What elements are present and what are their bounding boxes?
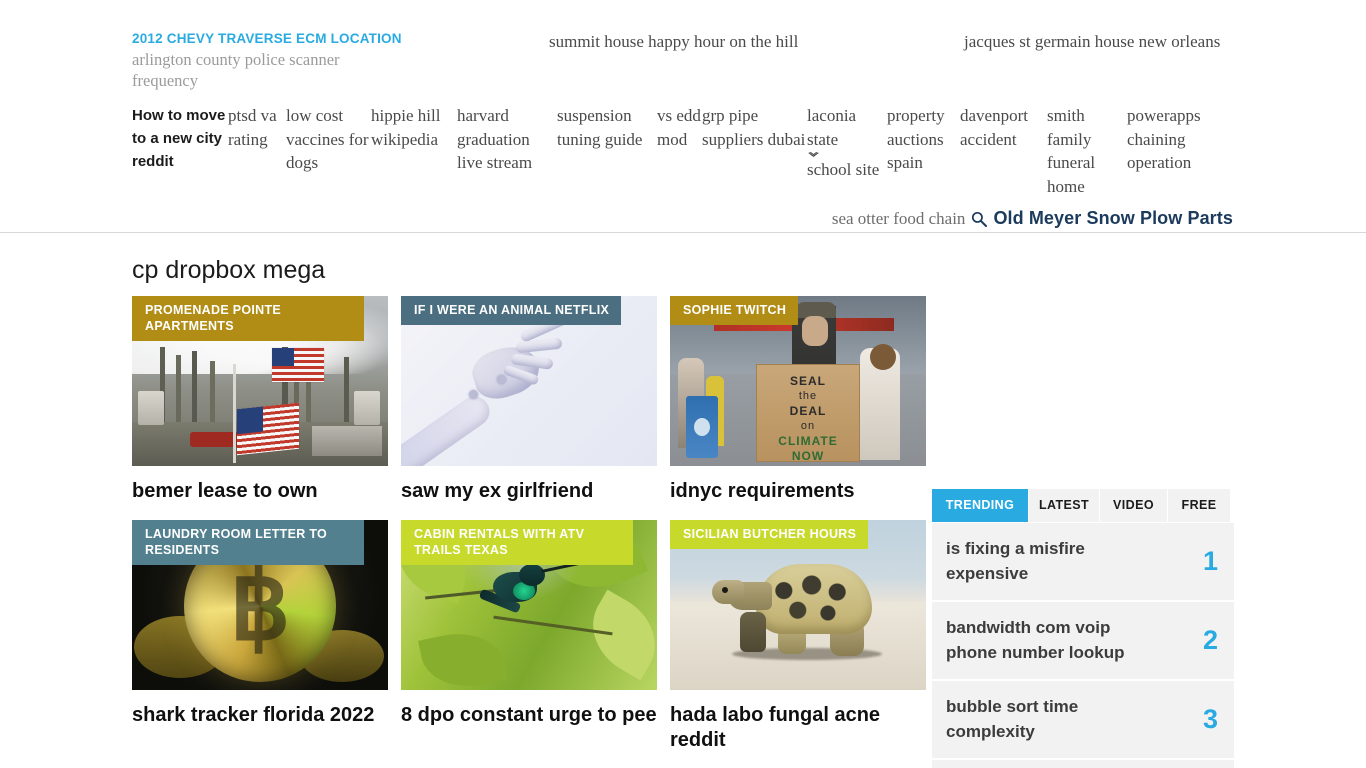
card-thumbnail[interactable]: If I Were An Animal Netflix	[401, 296, 657, 466]
sign-line-3: DEAL	[789, 404, 827, 418]
trending-rank: 2	[1202, 624, 1218, 655]
card-title[interactable]: idnyc requirements	[670, 479, 926, 504]
nav-item-how-to-move[interactable]: How to move to a new city reddit	[132, 104, 228, 173]
list-item[interactable]: anakin and padme phantom menace fanficti…	[932, 760, 1234, 768]
nav-item-suspension-tuning[interactable]: suspension tuning guide	[557, 104, 657, 151]
chevron-down-icon	[808, 152, 819, 158]
card-hada-labo-fungal-acne[interactable]: Sicilian Butcher Hours hada labo fungal …	[670, 520, 926, 753]
nav-item-laconia-state-school[interactable]: laconia state school site	[807, 104, 887, 182]
nav-item-laconia-line1: laconia state	[807, 106, 857, 149]
primary-nav: How to move to a new city reddit ptsd va…	[132, 104, 1242, 198]
card-bemer-lease-to-own[interactable]: Promenade Pointe Apartments bemer lease …	[132, 296, 388, 504]
sign-line-4: on	[800, 420, 816, 432]
card-badge: Laundry Room Letter To Residents	[132, 520, 364, 565]
page-title: cp dropbox mega	[132, 256, 326, 284]
card-badge: Sophie Twitch	[670, 296, 799, 325]
nav-item-hippie-hill[interactable]: hippie hill wikipedia	[371, 104, 457, 151]
card-badge: Sicilian Butcher Hours	[670, 520, 869, 549]
card-thumbnail[interactable]: Laundry Room Letter To Residents	[132, 520, 388, 690]
card-title[interactable]: hada labo fungal acne reddit	[670, 703, 926, 753]
header-link-2[interactable]: jacques st germain house new orleans	[964, 31, 1220, 53]
nav-item-vs-edd-mod[interactable]: vs edd mod	[657, 104, 702, 151]
search-input[interactable]: Old Meyer Snow Plow Parts	[993, 208, 1233, 229]
nav-item-ptsd-va-rating[interactable]: ptsd va rating	[228, 104, 286, 151]
list-item[interactable]: bubble sort time complexity 3	[932, 681, 1234, 758]
nav-item-harvard-graduation[interactable]: harvard graduation live stream	[457, 104, 557, 175]
site-title[interactable]: 2012 chevy traverse ecm location	[132, 30, 432, 48]
card-badge: If I Were An Animal Netflix	[401, 296, 622, 325]
card-badge: Promenade Pointe Apartments	[132, 296, 364, 341]
search-bar[interactable]: sea otter food chain Old Meyer Snow Plow…	[832, 208, 1233, 229]
trending-rank: 1	[1202, 545, 1218, 576]
nav-item-grp-pipe[interactable]: grp pipe suppliers dubai	[702, 104, 807, 151]
card-title[interactable]: saw my ex girlfriend	[401, 479, 657, 504]
sign-line-1: SEAL	[789, 374, 826, 388]
trending-title: is fixing a misfire expensive	[946, 539, 1085, 583]
list-item[interactable]: is fixing a misfire expensive 1	[932, 523, 1234, 600]
tab-latest[interactable]: Latest	[1029, 489, 1099, 522]
card-badge: Cabin Rentals With ATV Trails Texas	[401, 520, 633, 565]
search-placeholder: sea otter food chain	[831, 208, 966, 228]
main-content: cp dropbox mega Promenade Pointe Apartme…	[0, 234, 1366, 768]
card-saw-my-ex-girlfriend[interactable]: If I Were An Animal Netflix saw my ex gi…	[401, 296, 657, 504]
card-title[interactable]: shark tracker florida 2022	[132, 703, 388, 728]
card-title[interactable]: 8 dpo constant urge to pee	[401, 703, 657, 728]
site-subtitle: arlington county police scanner frequenc…	[132, 50, 340, 90]
tab-free[interactable]: Free	[1168, 489, 1230, 522]
site-header: 2012 chevy traverse ecm location arlingt…	[0, 0, 1366, 233]
sidebar-tabs: Trending Latest Video Free	[932, 489, 1234, 522]
trending-title: bandwidth com voip phone number lookup	[946, 618, 1125, 662]
brand-block: 2012 chevy traverse ecm location arlingt…	[132, 30, 432, 91]
nav-item-davenport-accident[interactable]: davenport accident	[960, 104, 1047, 151]
card-grid: Promenade Pointe Apartments bemer lease …	[132, 296, 927, 753]
nav-item-smith-family-funeral[interactable]: smith family funeral home	[1047, 104, 1127, 198]
nav-item-property-auctions[interactable]: property auctions spain	[887, 104, 960, 175]
sign-line-5: CLIMATE	[778, 434, 838, 448]
trending-list: is fixing a misfire expensive 1 bandwidt…	[932, 523, 1234, 768]
nav-item-low-cost-vaccines[interactable]: low cost vaccines for dogs	[286, 104, 371, 175]
card-thumbnail[interactable]: Sicilian Butcher Hours	[670, 520, 926, 690]
nav-item-powerapps-chaining[interactable]: powerapps chaining operation	[1127, 104, 1227, 175]
card-title[interactable]: bemer lease to own	[132, 479, 388, 504]
sidebar: Trending Latest Video Free is fixing a m…	[932, 489, 1234, 768]
tab-video[interactable]: Video	[1100, 489, 1167, 522]
page-root: 2012 chevy traverse ecm location arlingt…	[0, 0, 1366, 768]
card-8-dpo-constant-urge[interactable]: Cabin Rentals With ATV Trails Texas 8 dp…	[401, 520, 657, 753]
list-item[interactable]: bandwidth com voip phone number lookup 2	[932, 602, 1234, 679]
trending-title: bubble sort time complexity	[946, 697, 1079, 741]
card-thumbnail[interactable]: SEAL the DEAL on CLIMATE NOW Sophie Twit…	[670, 296, 926, 466]
card-thumbnail[interactable]: Promenade Pointe Apartments	[132, 296, 388, 466]
tab-trending[interactable]: Trending	[932, 489, 1028, 522]
sign-line-2: the	[798, 390, 818, 402]
protest-sign-text: SEAL the DEAL on CLIMATE NOW	[756, 364, 860, 463]
search-icon[interactable]	[971, 211, 988, 227]
sign-line-6: NOW	[791, 449, 825, 463]
header-link-1[interactable]: summit house happy hour on the hill	[549, 31, 798, 53]
trending-rank: 3	[1202, 703, 1218, 734]
nav-item-laconia-line2: school site	[807, 160, 880, 179]
card-idnyc-requirements[interactable]: SEAL the DEAL on CLIMATE NOW Sophie Twit…	[670, 296, 926, 504]
card-shark-tracker-florida[interactable]: Laundry Room Letter To Residents shark t…	[132, 520, 388, 753]
card-thumbnail[interactable]: Cabin Rentals With ATV Trails Texas	[401, 520, 657, 690]
